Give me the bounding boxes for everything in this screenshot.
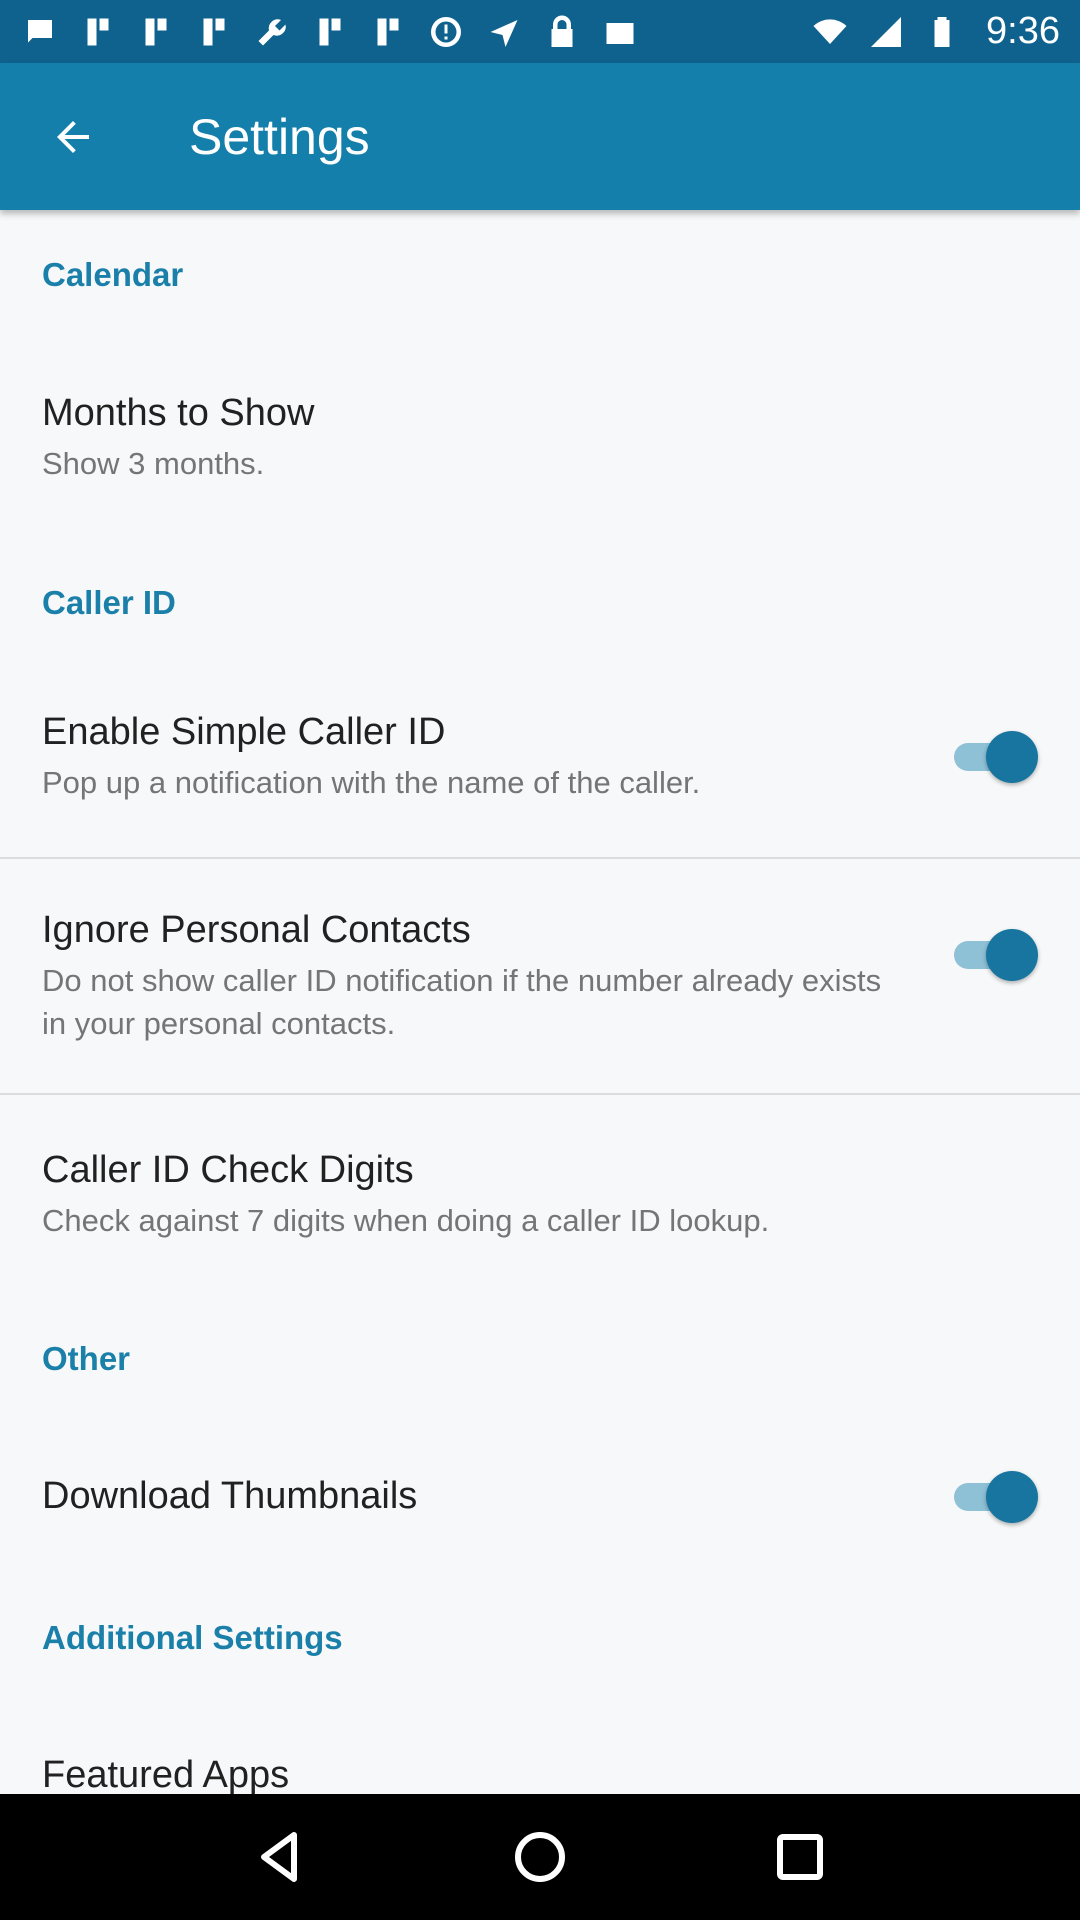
- section-header-calendar: Calendar: [42, 256, 184, 293]
- wrench-icon: [254, 14, 290, 50]
- page-title: Settings: [189, 108, 370, 165]
- nav-back-icon: [261, 1832, 297, 1882]
- bookmark-icon: [312, 14, 348, 50]
- signal-icon: [868, 14, 904, 50]
- info-icon: [428, 14, 464, 50]
- nav-home-button[interactable]: [500, 1817, 580, 1897]
- battery-icon: [924, 14, 960, 50]
- pref-months-to-show[interactable]: Months to Show Show 3 months.: [0, 336, 1080, 538]
- status-time: 9:36: [986, 10, 1060, 52]
- settings-list[interactable]: Calendar Months to Show Show 3 months. C…: [0, 210, 1080, 1794]
- navigation-bar: [0, 1794, 1080, 1920]
- pref-title: Download Thumbnails: [42, 1474, 418, 1517]
- toggle-thumb: [986, 929, 1038, 981]
- pref-ignore-personal-contacts[interactable]: Ignore Personal Contacts Do not show cal…: [0, 859, 1080, 1093]
- wifi-icon: [812, 14, 848, 50]
- pref-title: Featured Apps: [42, 1753, 290, 1795]
- photo-check-icon: [602, 14, 638, 50]
- pref-title: Ignore Personal Contacts: [42, 909, 471, 951]
- bookmark-icon: [196, 14, 232, 50]
- download-thumbnails-toggle[interactable]: [946, 1470, 1038, 1523]
- enable-caller-id-toggle[interactable]: [946, 730, 1038, 783]
- nav-recents-button[interactable]: [760, 1817, 840, 1897]
- arrow-back-icon: [57, 120, 89, 153]
- bookmark-icon: [80, 14, 116, 50]
- pref-enable-simple-caller-id[interactable]: Enable Simple Caller ID Pop up a notific…: [0, 655, 1080, 857]
- pref-summary: Check against 7 digits when doing a call…: [42, 1203, 770, 1238]
- app-bar: Settings: [0, 63, 1080, 210]
- ignore-contacts-toggle[interactable]: [946, 928, 1038, 981]
- bookmark-icon: [138, 14, 174, 50]
- pref-summary: Do not show caller ID notification if th…: [42, 963, 882, 1041]
- nav-recents-icon: [777, 1834, 823, 1880]
- pref-caller-id-check-digits[interactable]: Caller ID Check Digits Check against 7 d…: [0, 1095, 1080, 1294]
- toggle-thumb: [986, 1470, 1038, 1523]
- status-bar: 9:36: [0, 0, 1080, 63]
- nav-back-button[interactable]: [240, 1817, 320, 1897]
- pref-title: Enable Simple Caller ID: [42, 710, 446, 753]
- pref-download-thumbnails[interactable]: Download Thumbnails: [0, 1418, 1080, 1573]
- pref-featured-apps[interactable]: Featured Apps: [0, 1697, 1080, 1795]
- section-header-caller-id: Caller ID: [42, 584, 176, 621]
- section-header-additional-settings: Additional Settings: [42, 1619, 343, 1656]
- pref-title: Caller ID Check Digits: [42, 1149, 414, 1191]
- back-button[interactable]: [0, 63, 146, 210]
- pref-title: Months to Show: [42, 391, 315, 434]
- chat-icon: [22, 14, 58, 50]
- toggle-thumb: [986, 731, 1038, 783]
- pref-summary: Pop up a notification with the name of t…: [42, 764, 701, 800]
- notification-icons: [22, 14, 812, 50]
- lock-icon: [544, 14, 580, 50]
- fake-gps-icon: [486, 14, 522, 50]
- bookmark-icon: [370, 14, 406, 50]
- nav-home-icon: [515, 1832, 565, 1882]
- pref-summary: Show 3 months.: [42, 445, 265, 481]
- section-header-other: Other: [42, 1340, 131, 1377]
